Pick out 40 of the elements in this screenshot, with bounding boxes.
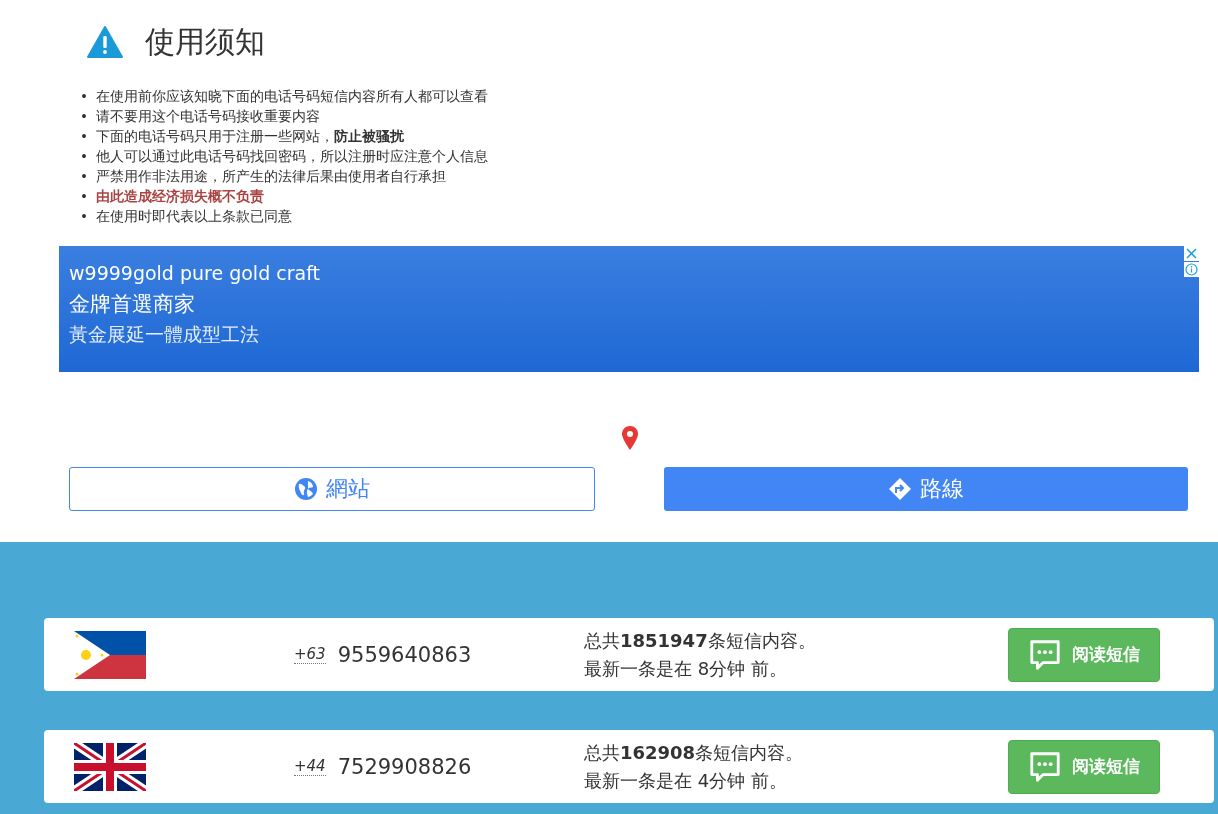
notice-item: 请不要用这个电话号码接收重要内容 bbox=[96, 107, 320, 125]
website-button[interactable]: 網站 bbox=[69, 467, 595, 511]
warning-icon bbox=[87, 26, 123, 58]
bullet: • bbox=[80, 207, 89, 225]
country-code: +63 bbox=[294, 645, 326, 664]
info-icon[interactable] bbox=[1184, 262, 1199, 277]
ad-banner[interactable]: w9999gold pure gold craft 金牌首選商家 黃金展延一體成型工法 bbox=[59, 246, 1199, 372]
bullet: • bbox=[80, 147, 89, 165]
bullet: • bbox=[80, 187, 89, 205]
notice-item: 严禁用作非法用途，所产生的法律后果由使用者自行承担 bbox=[96, 167, 446, 185]
latest-message-time: 最新一条是在 8分钟 前。 bbox=[584, 656, 788, 681]
notice-item: 下面的电话号码只用于注册一些网站，防止被骚扰 bbox=[96, 127, 404, 145]
notice-item: 他人可以通过此电话号码找回密码，所以注册时应注意个人信息 bbox=[96, 147, 488, 165]
flag-icon bbox=[74, 742, 146, 791]
directions-icon bbox=[888, 477, 912, 501]
bullet: • bbox=[80, 167, 89, 185]
notice-item: 在使用前你应该知晓下面的电话号码短信内容所有人都可以查看 bbox=[96, 87, 488, 105]
country-code: +44 bbox=[294, 757, 326, 776]
bullet: • bbox=[80, 87, 89, 105]
globe-icon bbox=[294, 477, 318, 501]
notice-item: 由此造成经济损失概不负责 bbox=[96, 187, 264, 205]
phone-number: 9559640863 bbox=[337, 642, 472, 667]
bullet: • bbox=[80, 127, 89, 145]
notice-item: 在使用时即代表以上条款已同意 bbox=[96, 207, 292, 225]
map-pin-icon bbox=[622, 426, 638, 450]
message-count: 总共162908条短信内容。 bbox=[584, 740, 805, 765]
read-sms-button[interactable]: 阅读短信 bbox=[1008, 627, 1160, 682]
ad-text: 金牌首選商家 bbox=[69, 291, 196, 318]
latest-message-time: 最新一条是在 4分钟 前。 bbox=[584, 768, 788, 793]
ad-text: 黃金展延一體成型工法 bbox=[69, 322, 260, 347]
phone-number: 7529908826 bbox=[337, 754, 472, 779]
flag-icon bbox=[74, 630, 146, 679]
ad-headline: w9999gold pure gold craft bbox=[69, 262, 321, 284]
read-sms-button[interactable]: 阅读短信 bbox=[1008, 739, 1160, 794]
message-count: 总共1851947条短信内容。 bbox=[584, 628, 817, 653]
notice-title: 使用须知 bbox=[145, 22, 265, 61]
chat-bubble-icon bbox=[1028, 749, 1062, 784]
directions-button[interactable]: 路線 bbox=[664, 467, 1188, 511]
bullet: • bbox=[80, 107, 89, 125]
chat-bubble-icon bbox=[1028, 637, 1062, 672]
